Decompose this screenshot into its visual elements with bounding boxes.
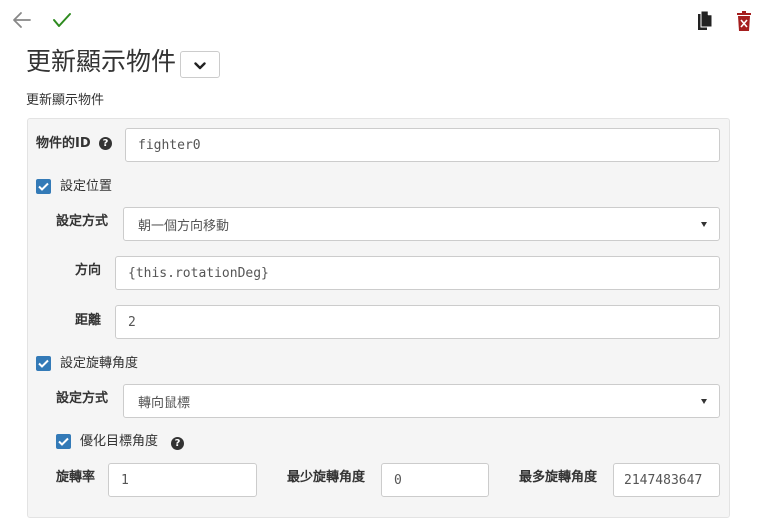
position-method-value: 朝一個方向移動 bbox=[138, 218, 230, 234]
trash-icon[interactable] bbox=[737, 11, 751, 35]
set-position-checkbox[interactable] bbox=[36, 179, 51, 194]
copy-icon[interactable] bbox=[697, 10, 713, 35]
chevron-down-icon bbox=[194, 55, 206, 74]
position-method-select[interactable]: 朝一個方向移動 bbox=[123, 207, 720, 241]
page-title: 更新顯示物件 bbox=[26, 47, 177, 76]
distance-label: 距離 bbox=[75, 313, 102, 328]
distance-input[interactable]: 2 bbox=[115, 305, 720, 339]
caret-down-icon bbox=[701, 221, 707, 227]
rotation-method-select[interactable]: 轉向鼠標 bbox=[123, 384, 720, 418]
checkmark-icon[interactable] bbox=[52, 11, 72, 33]
page-subtitle: 更新顯示物件 bbox=[26, 93, 105, 108]
min-rotation-input[interactable]: 0 bbox=[381, 463, 489, 497]
rotation-method-label: 設定方式 bbox=[56, 391, 109, 406]
direction-input[interactable]: {this.rotationDeg} bbox=[115, 256, 720, 290]
optimize-angle-checkbox[interactable] bbox=[56, 434, 71, 449]
direction-label: 方向 bbox=[75, 263, 102, 278]
min-rotation-label: 最少旋轉角度 bbox=[287, 470, 366, 485]
position-method-label: 設定方式 bbox=[56, 214, 109, 229]
help-icon[interactable]: ? bbox=[171, 437, 184, 450]
title-dropdown-button[interactable] bbox=[180, 51, 220, 78]
rotation-method-value: 轉向鼠標 bbox=[138, 395, 191, 411]
max-rotation-input[interactable]: 2147483647 bbox=[613, 463, 720, 497]
set-rotation-checkbox[interactable] bbox=[36, 356, 51, 371]
object-id-input[interactable]: fighter0 bbox=[125, 128, 720, 162]
set-rotation-label: 設定旋轉角度 bbox=[60, 356, 139, 371]
rotation-rate-label: 旋轉率 bbox=[56, 470, 96, 485]
rotation-rate-input[interactable]: 1 bbox=[108, 463, 257, 497]
back-arrow-icon[interactable] bbox=[12, 11, 32, 33]
optimize-angle-label: 優化目標角度 bbox=[80, 434, 159, 449]
caret-down-icon bbox=[701, 398, 707, 404]
object-id-label: 物件的ID bbox=[36, 136, 91, 151]
max-rotation-label: 最多旋轉角度 bbox=[519, 470, 598, 485]
help-icon[interactable]: ? bbox=[99, 137, 112, 150]
set-position-label: 設定位置 bbox=[60, 179, 113, 194]
